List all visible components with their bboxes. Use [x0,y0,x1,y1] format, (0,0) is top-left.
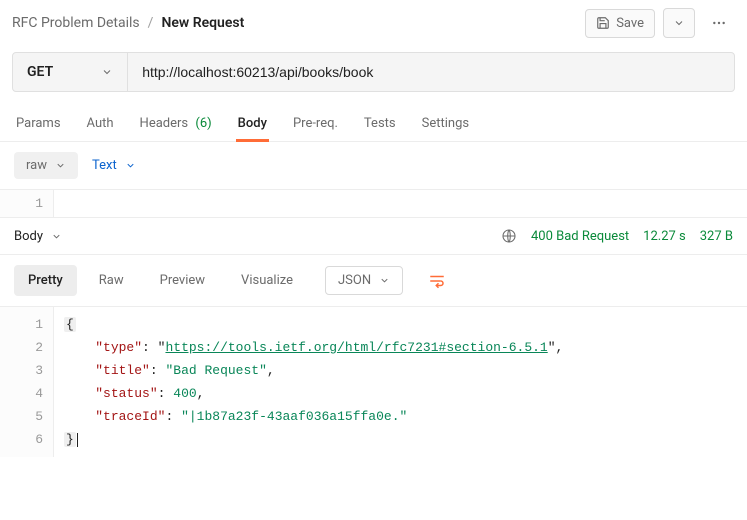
line-gutter: 1 [0,190,54,217]
response-body-editor[interactable]: 1 2 3 4 5 6 { "type": "https://tools.iet… [0,307,747,457]
save-dropdown-button[interactable] [663,8,695,38]
body-sub-bar: raw Text [0,142,747,190]
json-status-value: 400 [173,386,196,401]
response-body-content: { "type": "https://tools.ietf.org/html/r… [54,307,747,457]
line-number: 1 [0,313,43,336]
save-button[interactable]: Save [585,9,655,38]
body-content-type-value: Text [92,158,117,173]
request-tabs: Params Auth Headers (6) Body Pre-req. Te… [0,104,747,142]
tab-label: Settings [422,116,469,131]
request-body-content[interactable] [54,190,747,217]
response-format-select[interactable]: JSON [325,266,403,295]
tab-body[interactable]: Body [236,110,269,141]
response-status: 400 Bad Request [531,229,629,244]
response-tab-raw[interactable]: Raw [85,265,138,296]
tab-label: Headers [140,116,189,131]
line-wrap-button[interactable] [421,266,453,296]
chevron-down-icon [101,66,113,78]
json-title-value: Bad Request [173,363,259,378]
chevron-down-icon [125,160,136,171]
tab-tests[interactable]: Tests [362,110,398,141]
chevron-down-icon [55,160,66,171]
tab-label: Pre-req. [293,116,338,131]
line-number: 5 [0,405,43,428]
tab-label: Auth [87,116,114,131]
tab-label: Preview [160,273,205,288]
globe-icon[interactable] [501,228,517,244]
more-options-button[interactable] [703,8,735,38]
response-tab-visualize[interactable]: Visualize [227,265,307,296]
response-section-select[interactable]: Body [14,229,43,244]
tab-label: Raw [99,273,124,288]
response-tab-pretty[interactable]: Pretty [14,265,77,296]
json-traceid-value: |1b87a23f-43aaf036a15ffa0e. [189,409,400,424]
line-number: 2 [0,336,43,359]
response-size: 327 B [700,229,733,244]
http-method-select[interactable]: GET [13,53,128,91]
line-number: 3 [0,359,43,382]
response-tab-preview[interactable]: Preview [146,265,219,296]
response-view-tabs: Pretty Raw Preview Visualize JSON [0,255,747,307]
tab-label: Tests [364,116,396,131]
breadcrumb: RFC Problem Details / New Request [12,15,577,31]
tab-label: Visualize [241,273,293,288]
tab-label: Body [238,116,267,131]
tab-params[interactable]: Params [14,110,63,141]
json-type-value[interactable]: https://tools.ietf.org/html/rfc7231#sect… [165,340,547,355]
body-mode-select[interactable]: raw [14,152,78,179]
chevron-down-icon [673,17,685,29]
tab-headers[interactable]: Headers (6) [138,110,214,141]
more-horizontal-icon [711,15,727,31]
response-meta-bar: Body 400 Bad Request 12.27 s 327 B [0,218,747,255]
breadcrumb-current: New Request [161,15,244,31]
line-number: 1 [0,196,43,211]
line-number: 6 [0,428,43,451]
response-format-value: JSON [338,273,371,288]
breadcrumb-separator: / [148,15,154,31]
tab-prereq[interactable]: Pre-req. [291,110,340,141]
http-method-value: GET [27,64,53,80]
breadcrumb-parent[interactable]: RFC Problem Details [12,15,140,31]
chevron-down-icon [379,275,390,286]
line-wrap-icon [428,272,446,290]
text-cursor [77,433,78,447]
request-url-input[interactable] [128,53,734,91]
tab-auth[interactable]: Auth [85,110,116,141]
tab-label: Params [16,116,61,131]
tab-label: Pretty [28,273,63,288]
request-body-editor[interactable]: 1 [0,190,747,218]
request-url-bar: GET [12,52,735,92]
line-gutter: 1 2 3 4 5 6 [0,307,54,457]
save-label: Save [616,16,644,31]
response-time: 12.27 s [643,229,686,244]
chevron-down-icon [51,231,62,242]
body-content-type-select[interactable]: Text [92,158,136,173]
body-mode-value: raw [26,158,47,173]
tab-settings[interactable]: Settings [420,110,471,141]
save-icon [596,16,610,30]
line-number: 4 [0,382,43,405]
headers-count-badge: (6) [195,116,211,131]
